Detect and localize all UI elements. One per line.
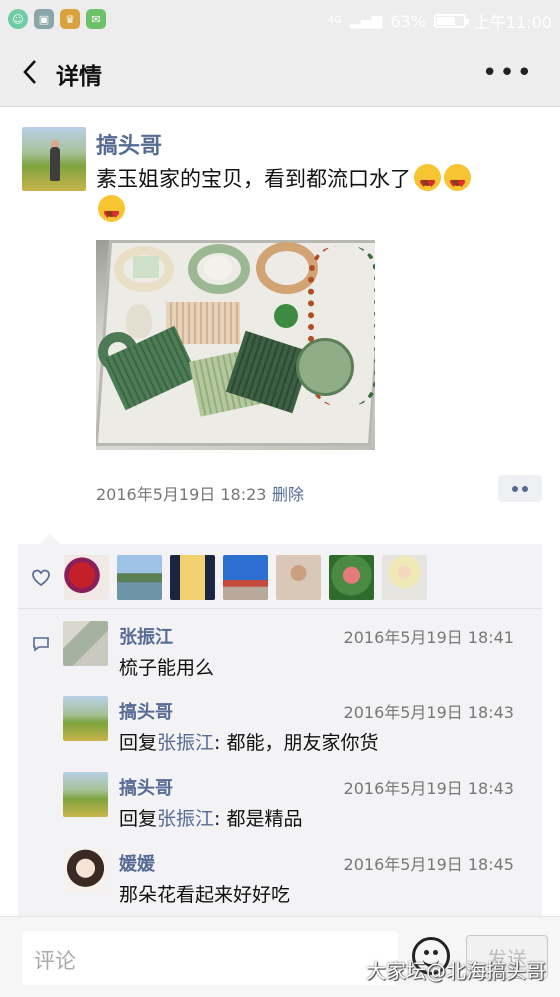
reply-body: : 都是精品 — [214, 808, 303, 830]
battery-percent: 63% — [390, 11, 426, 31]
comment-time: 2016年5月19日 18:43 — [343, 703, 514, 722]
comment-text: 那朵花看起来好好吃 — [119, 884, 291, 906]
post-timestamp: 2016年5月19日 18:23 — [96, 485, 267, 504]
comment-input[interactable]: 评论 — [22, 931, 398, 985]
interaction-panel: 张振江 2016年5月19日 18:41 梳子能用么 搞头哥 2016年5月19… — [18, 534, 542, 916]
battery-icon — [433, 14, 469, 28]
post-text-block: 素玉姐家的宝贝，看到都流口水了 — [96, 164, 536, 231]
status-bar: ☺ ▣ ♛ ✉ 4G ▂▄▆ 63% 上午11:00 — [0, 0, 560, 40]
wechat-notification-icon: ✉ — [86, 9, 106, 29]
commenter-avatar[interactable] — [63, 696, 108, 741]
commenter-name[interactable]: 媛媛 — [119, 850, 155, 876]
comment-item[interactable]: 搞头哥 2016年5月19日 18:43 回复张振江: 都是精品 — [18, 772, 542, 848]
status-right: 4G ▂▄▆ 63% 上午11:00 — [328, 9, 552, 33]
comment-time: 2016年5月19日 18:45 — [343, 855, 514, 874]
post-author[interactable]: 搞头哥 — [96, 128, 162, 160]
reply-body: : 都能，朋友家你货 — [214, 732, 379, 754]
two-dots-icon[interactable] — [498, 475, 542, 502]
heart-outline-icon — [32, 569, 50, 587]
heart-eyes-emoji-icon — [444, 164, 471, 200]
photo-pendant — [133, 256, 159, 278]
comment-time: 2016年5月19日 18:43 — [343, 779, 514, 798]
commenter-avatar[interactable] — [63, 772, 108, 817]
comment-text: 梳子能用么 — [119, 657, 215, 679]
photo-bean — [274, 304, 298, 328]
liker-avatars — [64, 555, 427, 600]
comment-item[interactable]: 张振江 2016年5月19日 18:41 梳子能用么 — [18, 621, 542, 697]
commenter-avatar[interactable] — [63, 621, 108, 666]
heart-eyes-emoji-icon — [414, 164, 441, 200]
liker-avatar[interactable] — [170, 555, 215, 600]
photo-medallion — [296, 338, 354, 396]
comment-text: 回复张振江: 都是精品 — [119, 804, 302, 831]
liker-avatar[interactable] — [117, 555, 162, 600]
commenter-name[interactable]: 张振江 — [119, 623, 173, 649]
notification-icons: ☺ ▣ ♛ ✉ — [8, 9, 106, 29]
photo-leaf — [126, 304, 152, 338]
nav-header: 详情 ••• — [0, 40, 560, 107]
chevron-left-icon[interactable] — [16, 58, 44, 86]
liker-avatar[interactable] — [276, 555, 321, 600]
reply-to-name[interactable]: 张振江 — [157, 808, 214, 830]
comment-time: 2016年5月19日 18:41 — [343, 628, 514, 647]
signal-icon: ▂▄▆ — [350, 13, 383, 29]
clock: 上午11:00 — [473, 13, 552, 32]
comment-placeholder: 评论 — [34, 949, 76, 973]
reply-prefix: 回复 — [119, 808, 158, 830]
liker-avatar[interactable] — [223, 555, 268, 600]
reply-to-name[interactable]: 张振江 — [157, 732, 214, 754]
liker-avatar[interactable] — [329, 555, 374, 600]
comment-text: 回复张振江: 都能，朋友家你货 — [119, 728, 378, 755]
gallery-notification-icon: ▣ — [34, 9, 54, 29]
delete-link[interactable]: 删除 — [272, 481, 304, 505]
more-dots-icon[interactable]: ••• — [482, 58, 534, 88]
post-text: 素玉姐家的宝贝，看到都流口水了 — [96, 167, 411, 191]
app-notification-icon: ☺ — [8, 9, 28, 29]
author-avatar[interactable] — [22, 127, 86, 191]
post-photo[interactable] — [96, 240, 375, 450]
heart-eyes-emoji-icon — [98, 195, 125, 231]
network-indicator: 4G — [327, 15, 342, 26]
comment-item[interactable]: 搞头哥 2016年5月19日 18:43 回复张振江: 都能，朋友家你货 — [18, 696, 542, 772]
comment-item[interactable]: 媛媛 2016年5月19日 18:45 那朵花看起来好好吃 — [18, 848, 542, 924]
liker-avatar[interactable] — [382, 555, 427, 600]
likes-row — [18, 544, 542, 609]
watermark: 大家坛@北海搞头哥 — [366, 959, 546, 983]
page-title: 详情 — [56, 64, 102, 90]
battery-fill — [436, 17, 455, 25]
commenter-name[interactable]: 搞头哥 — [119, 774, 173, 800]
avatar-figure — [50, 147, 60, 181]
reply-prefix: 回复 — [119, 732, 158, 754]
photo-flower — [204, 256, 232, 280]
commenter-avatar[interactable] — [63, 848, 108, 893]
game-notification-icon: ♛ — [60, 9, 80, 29]
commenter-name[interactable]: 搞头哥 — [119, 698, 173, 724]
liker-avatar[interactable] — [64, 555, 109, 600]
